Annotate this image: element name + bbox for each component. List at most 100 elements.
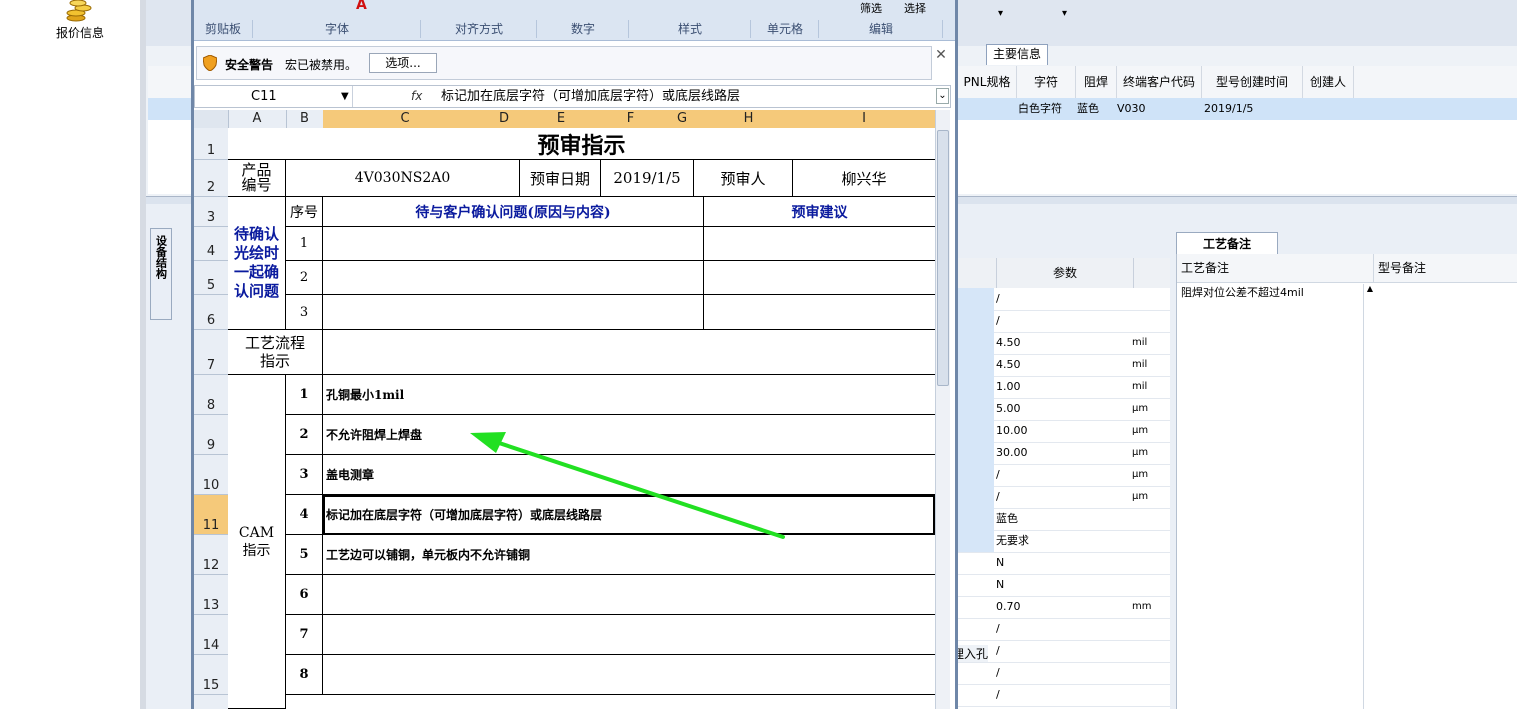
ribbon-group-number[interactable]: 数字 bbox=[538, 20, 629, 38]
param-row[interactable]: / bbox=[958, 640, 1170, 663]
cam-item-text[interactable]: 盖电测章 bbox=[323, 455, 935, 495]
coins-icon[interactable] bbox=[64, 0, 94, 22]
row-header[interactable]: 11 bbox=[194, 495, 228, 535]
row-header[interactable]: 9 bbox=[194, 415, 228, 455]
cam-item-number[interactable]: 8 bbox=[286, 655, 323, 695]
param-row[interactable]: 4.50 mil bbox=[958, 332, 1170, 355]
grid-header-cell[interactable]: 型号创建时间 bbox=[1202, 66, 1303, 98]
cam-item-text[interactable]: 工艺边可以铺铜，单元板内不允许铺铜 bbox=[323, 535, 935, 575]
param-row[interactable]: 蓝色 bbox=[958, 508, 1170, 531]
pending-seq-cell[interactable]: 1 bbox=[286, 227, 323, 261]
cam-label[interactable]: CAM指示 bbox=[228, 375, 286, 709]
filter-button[interactable]: 筛选 bbox=[860, 0, 882, 16]
pending-seq-cell[interactable]: 3 bbox=[286, 295, 323, 330]
pending-seq-cell[interactable]: 2 bbox=[286, 261, 323, 295]
pending-advice-cell[interactable] bbox=[704, 295, 935, 330]
param-row[interactable]: 30.00 μm bbox=[958, 442, 1170, 465]
process-flow-label[interactable]: 工艺流程指示 bbox=[228, 330, 323, 375]
grid-header-cell[interactable]: 创建人 bbox=[1303, 66, 1354, 98]
column-header[interactable]: A bbox=[228, 110, 287, 128]
param-row[interactable]: / bbox=[958, 310, 1170, 333]
param-row[interactable]: / μm bbox=[958, 464, 1170, 487]
param-row[interactable]: 10.00 μm bbox=[958, 420, 1170, 443]
date-label[interactable]: 预审日期 bbox=[520, 160, 601, 197]
pending-advice-cell[interactable] bbox=[704, 261, 935, 295]
cam-item-number[interactable]: 1 bbox=[286, 375, 323, 415]
param-row[interactable]: 1.00 mil bbox=[958, 376, 1170, 399]
ribbon-group-styles[interactable]: 样式 bbox=[630, 20, 751, 38]
pending-advice-cell[interactable] bbox=[704, 227, 935, 261]
cam-item-text-selected[interactable]: 标记加在底层字符（可增加底层字符）或底层线路层 bbox=[323, 495, 935, 535]
quote-info-label[interactable]: 报价信息 bbox=[40, 24, 120, 41]
dropdown-arrow-icon[interactable]: ▾ bbox=[1062, 8, 1067, 19]
ribbon-group-alignment[interactable]: 对齐方式 bbox=[422, 20, 537, 38]
cam-item-number[interactable]: 2 bbox=[286, 415, 323, 455]
grid-header-cell[interactable]: PNL规格 bbox=[958, 66, 1017, 98]
tab-equipment-structure[interactable]: 设备结构 bbox=[150, 228, 172, 320]
cam-item-number[interactable]: 3 bbox=[286, 455, 323, 495]
row-header[interactable]: 1 bbox=[194, 128, 228, 160]
cam-item-text[interactable] bbox=[323, 615, 935, 655]
cam-item-text[interactable] bbox=[323, 655, 935, 695]
ribbon-group-font[interactable]: 字体 bbox=[254, 20, 421, 38]
row-header[interactable]: 13 bbox=[194, 575, 228, 615]
pending-issue-cell[interactable] bbox=[323, 261, 704, 295]
close-icon[interactable]: ✕ bbox=[934, 48, 948, 62]
select-button[interactable]: 选择 bbox=[904, 0, 926, 16]
notes-scrollbar[interactable]: ▲ bbox=[1363, 284, 1376, 709]
grid-header-cell[interactable]: 终端客户代码 bbox=[1117, 66, 1202, 98]
formula-content[interactable]: 标记加在底层字符（可增加底层字符）或底层线路层 bbox=[441, 86, 740, 107]
font-color-icon[interactable]: A bbox=[356, 0, 367, 13]
column-header-active[interactable]: G bbox=[660, 110, 705, 128]
notes-text[interactable]: 阻焊对位公差不超过4mil bbox=[1181, 284, 1304, 300]
row-header[interactable]: 14 bbox=[194, 615, 228, 655]
expand-formula-icon[interactable]: ⌄ bbox=[936, 88, 949, 104]
column-header-active[interactable]: D bbox=[487, 110, 522, 128]
cam-item-number[interactable]: 6 bbox=[286, 575, 323, 615]
row-header[interactable]: 12 bbox=[194, 535, 228, 575]
cam-item-number[interactable]: 5 bbox=[286, 535, 323, 575]
column-header-active[interactable]: H bbox=[704, 110, 794, 128]
column-header[interactable]: B bbox=[286, 110, 324, 128]
scrollbar-thumb[interactable] bbox=[937, 130, 949, 386]
sheet-title[interactable]: 预审指示 bbox=[228, 128, 935, 160]
param-row[interactable]: / bbox=[958, 684, 1170, 707]
options-button[interactable]: 选项... bbox=[369, 53, 437, 73]
grid-header-cell[interactable]: 字符 bbox=[1017, 66, 1076, 98]
column-header-active[interactable]: F bbox=[601, 110, 661, 128]
process-flow-cell[interactable] bbox=[323, 330, 935, 375]
row-header[interactable]: 8 bbox=[194, 375, 228, 415]
cam-item-text[interactable]: 孔铜最小1mil bbox=[323, 375, 935, 415]
column-header-active[interactable]: C bbox=[323, 110, 488, 128]
dropdown-arrow-icon[interactable]: ▾ bbox=[998, 8, 1003, 19]
advice-header[interactable]: 预审建议 bbox=[704, 197, 935, 227]
tab-process-notes[interactable]: 工艺备注 bbox=[1176, 232, 1278, 255]
cam-item-number[interactable]: 4 bbox=[286, 495, 323, 535]
row-header[interactable]: 2 bbox=[194, 160, 228, 197]
param-row[interactable]: / μm bbox=[958, 486, 1170, 509]
ribbon-group-clipboard[interactable]: 剪贴板 bbox=[194, 20, 253, 38]
product-label[interactable]: 产品编号 bbox=[228, 160, 286, 197]
param-row[interactable]: 4.50 mil bbox=[958, 354, 1170, 377]
cam-item-text[interactable] bbox=[323, 575, 935, 615]
pending-confirm-label[interactable]: 待确认光绘时一起确认问题 bbox=[228, 197, 286, 330]
product-value[interactable]: 4V030NS2A0 bbox=[286, 160, 520, 197]
column-header-active[interactable]: E bbox=[521, 110, 602, 128]
row-header[interactable]: 10 bbox=[194, 455, 228, 495]
date-value[interactable]: 2019/1/5 bbox=[601, 160, 694, 197]
cam-item-number[interactable]: 7 bbox=[286, 615, 323, 655]
grid-header-cell[interactable]: 阻焊 bbox=[1076, 66, 1117, 98]
row-header[interactable]: 4 bbox=[194, 227, 228, 261]
reviewer-value[interactable]: 柳兴华 bbox=[793, 160, 935, 197]
ribbon-group-editing[interactable]: 编辑 bbox=[820, 20, 943, 38]
name-box[interactable]: C11 bbox=[195, 86, 353, 107]
param-row[interactable]: N bbox=[958, 574, 1170, 597]
chevron-down-icon[interactable]: ▼ bbox=[341, 86, 349, 107]
row-header[interactable]: 15 bbox=[194, 655, 228, 695]
select-all-corner[interactable] bbox=[194, 110, 229, 128]
seq-header[interactable]: 序号 bbox=[286, 197, 323, 227]
row-header[interactable]: 5 bbox=[194, 261, 228, 295]
pending-issue-cell[interactable] bbox=[323, 227, 704, 261]
row-header[interactable]: 7 bbox=[194, 330, 228, 375]
column-header-active[interactable]: I bbox=[793, 110, 936, 128]
